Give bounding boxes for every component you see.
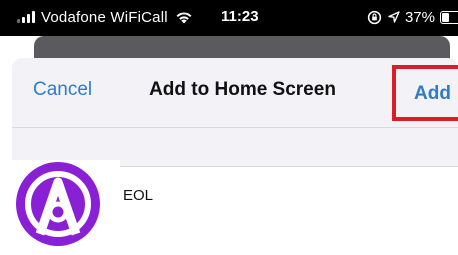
status-right: 37% <box>367 8 458 26</box>
battery-level <box>442 12 450 22</box>
add-button[interactable]: Add <box>392 65 458 121</box>
wifi-icon <box>176 12 192 24</box>
app-icon <box>0 160 120 255</box>
location-icon <box>388 11 400 23</box>
status-bar: Vodafone WiFiCall 11:23 37% <box>0 0 458 36</box>
status-left: Vodafone WiFiCall <box>17 8 193 26</box>
battery-icon <box>440 10 458 24</box>
orientation-lock-icon <box>367 10 382 24</box>
shortcut-name-field[interactable] <box>123 187 423 204</box>
signal-icon <box>17 11 35 23</box>
carrier-name: Vodafone WiFiCall <box>41 8 168 26</box>
clock: 11:23 <box>221 8 259 25</box>
app-logo-icon <box>16 162 100 246</box>
battery-percentage: 37% <box>404 8 435 26</box>
nav-bar: Cancel Add to Home Screen Add <box>12 58 458 121</box>
